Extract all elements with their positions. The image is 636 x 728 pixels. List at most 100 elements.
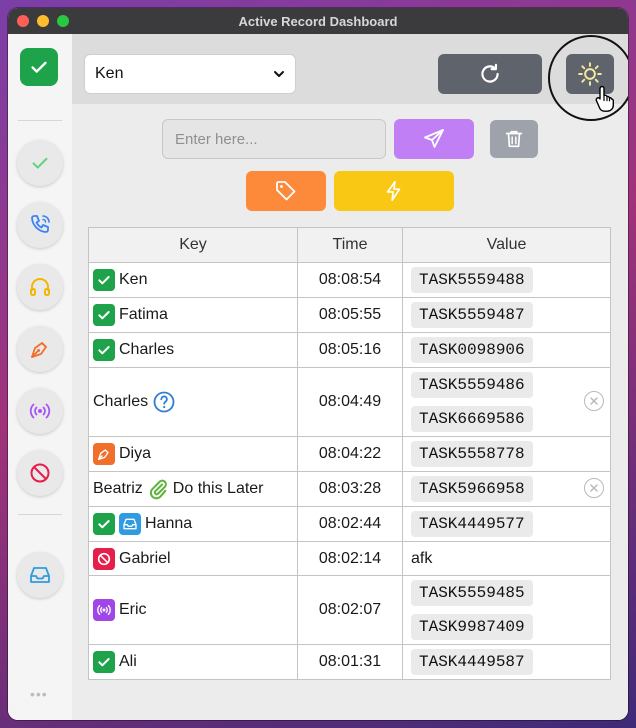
ban-icon — [30, 463, 50, 483]
paperclip-icon — [149, 479, 167, 500]
table-row[interactable]: Charles 08:04:49 TASK5559486 TASK6669586 — [88, 367, 611, 437]
task-id[interactable]: TASK5558778 — [411, 441, 533, 467]
key-name: Gabriel — [119, 549, 171, 567]
table-row[interactable]: Beatriz Do this Later 08:03:28 TASK59669… — [88, 471, 611, 507]
time-cell: 08:03:28 — [297, 471, 403, 507]
key-cell: Ken — [88, 262, 298, 298]
phone-icon — [31, 215, 50, 233]
column-header-value: Value — [402, 227, 611, 263]
broadcast-icon — [29, 403, 51, 419]
app-window: Active Record Dashboard ••• Ken Enter he… — [8, 8, 628, 720]
broadcast-icon — [93, 599, 115, 621]
check-icon — [93, 269, 115, 291]
sidebar: ••• — [8, 34, 72, 720]
main-panel: Ken Key — [72, 34, 628, 720]
table-row[interactable]: Charles 08:05:16 TASK0098906 — [88, 332, 611, 368]
time-cell: 08:05:16 — [297, 332, 403, 368]
send-icon — [424, 129, 444, 148]
headphones-icon — [30, 278, 50, 296]
time-cell: 08:02:07 — [297, 575, 403, 645]
key-name: Eric — [119, 601, 147, 618]
close-icon — [590, 397, 598, 405]
pen-icon — [93, 443, 115, 465]
lightning-icon — [386, 181, 401, 201]
time-cell: 08:08:54 — [297, 262, 403, 298]
sidebar-item-inbox[interactable] — [17, 552, 63, 598]
sidebar-item-support[interactable] — [17, 264, 63, 310]
task-id[interactable]: TASK5559488 — [411, 267, 533, 293]
task-id[interactable]: TASK9987409 — [411, 614, 533, 640]
key-cell: Charles — [88, 332, 298, 368]
time-cell: 08:02:44 — [297, 506, 403, 542]
key-name: Hanna — [145, 515, 193, 532]
table-row[interactable]: Eric 08:02:07 TASK5559485 TASK9987409 — [88, 575, 611, 645]
table-row[interactable]: Ken 08:08:54 TASK5559488 — [88, 262, 611, 298]
task-id[interactable]: TASK5559487 — [411, 302, 533, 328]
refresh-button[interactable] — [438, 54, 542, 94]
sidebar-item-blocked[interactable] — [17, 450, 63, 496]
inbox-icon — [30, 567, 50, 583]
key-cell: Fatima — [88, 297, 298, 333]
send-button[interactable] — [394, 119, 474, 159]
quick-action-button[interactable] — [334, 171, 454, 211]
task-id[interactable]: TASK5966958 — [411, 476, 533, 502]
table-row[interactable]: Fatima 08:05:55 TASK5559487 — [88, 297, 611, 333]
key-name: Charles — [93, 393, 149, 410]
inbox-icon — [119, 513, 141, 535]
status-text: afk — [411, 549, 433, 567]
task-id[interactable]: TASK5559486 — [411, 372, 533, 398]
key-cell: Charles — [88, 367, 298, 437]
delete-button[interactable] — [490, 120, 538, 158]
remove-row-button[interactable] — [584, 478, 604, 498]
value-cell: TASK5558778 — [402, 436, 611, 472]
table-row[interactable]: Ali 08:01:31 TASK4449587 — [88, 644, 611, 680]
key-name: Ali — [119, 653, 137, 670]
table-row[interactable]: Gabriel 08:02:14 afk — [88, 541, 611, 576]
refresh-icon — [481, 63, 499, 83]
sidebar-divider — [18, 120, 62, 121]
sidebar-item-done[interactable] — [17, 140, 63, 186]
check-icon — [32, 157, 48, 169]
value-cell: TASK5559488 — [402, 262, 611, 298]
user-select[interactable]: Ken — [84, 54, 296, 94]
chevron-down-icon — [274, 71, 284, 77]
sidebar-more-icon[interactable]: ••• — [30, 686, 48, 702]
check-icon — [93, 651, 115, 673]
task-id[interactable]: TASK4449577 — [411, 511, 533, 537]
sidebar-check-button[interactable] — [20, 48, 58, 86]
sidebar-item-calls[interactable] — [17, 202, 63, 248]
time-cell: 08:04:22 — [297, 436, 403, 472]
title-bar: Active Record Dashboard — [8, 8, 628, 34]
message-input[interactable] — [162, 119, 386, 159]
key-name: Beatriz — [93, 480, 143, 497]
value-cell: TASK4449587 — [402, 644, 611, 680]
time-cell: 08:02:14 — [297, 541, 403, 576]
key-name: Fatima — [119, 306, 168, 323]
key-cell: Gabriel — [88, 541, 298, 576]
time-cell: 08:04:49 — [297, 367, 403, 437]
trash-icon — [505, 130, 523, 148]
key-name: Ken — [119, 271, 148, 288]
key-cell: Eric — [88, 575, 298, 645]
task-id[interactable]: TASK6669586 — [411, 406, 533, 432]
task-id[interactable]: TASK4449587 — [411, 649, 533, 675]
remove-row-button[interactable] — [584, 391, 604, 411]
value-cell: TASK5966958 — [402, 471, 611, 507]
task-id[interactable]: TASK5559485 — [411, 580, 533, 606]
close-icon — [590, 484, 598, 492]
check-icon — [93, 513, 115, 535]
time-cell: 08:05:55 — [297, 297, 403, 333]
sidebar-item-edit[interactable] — [17, 326, 63, 372]
records-table: Key Time Value Ken 08:08:54 TASK5559488 — [88, 227, 611, 680]
tag-icon — [276, 181, 296, 201]
sidebar-item-broadcast[interactable] — [17, 388, 63, 434]
key-cell: Diya — [88, 436, 298, 472]
time-cell: 08:01:31 — [297, 644, 403, 680]
key-name: Charles — [119, 341, 175, 358]
value-cell: TASK4449577 — [402, 506, 611, 542]
table-row[interactable]: Diya 08:04:22 TASK5558778 — [88, 436, 611, 472]
task-id[interactable]: TASK0098906 — [411, 337, 533, 363]
tag-button[interactable] — [246, 171, 326, 211]
value-cell: afk — [402, 541, 611, 576]
table-row[interactable]: Hanna 08:02:44 TASK4449577 — [88, 506, 611, 542]
